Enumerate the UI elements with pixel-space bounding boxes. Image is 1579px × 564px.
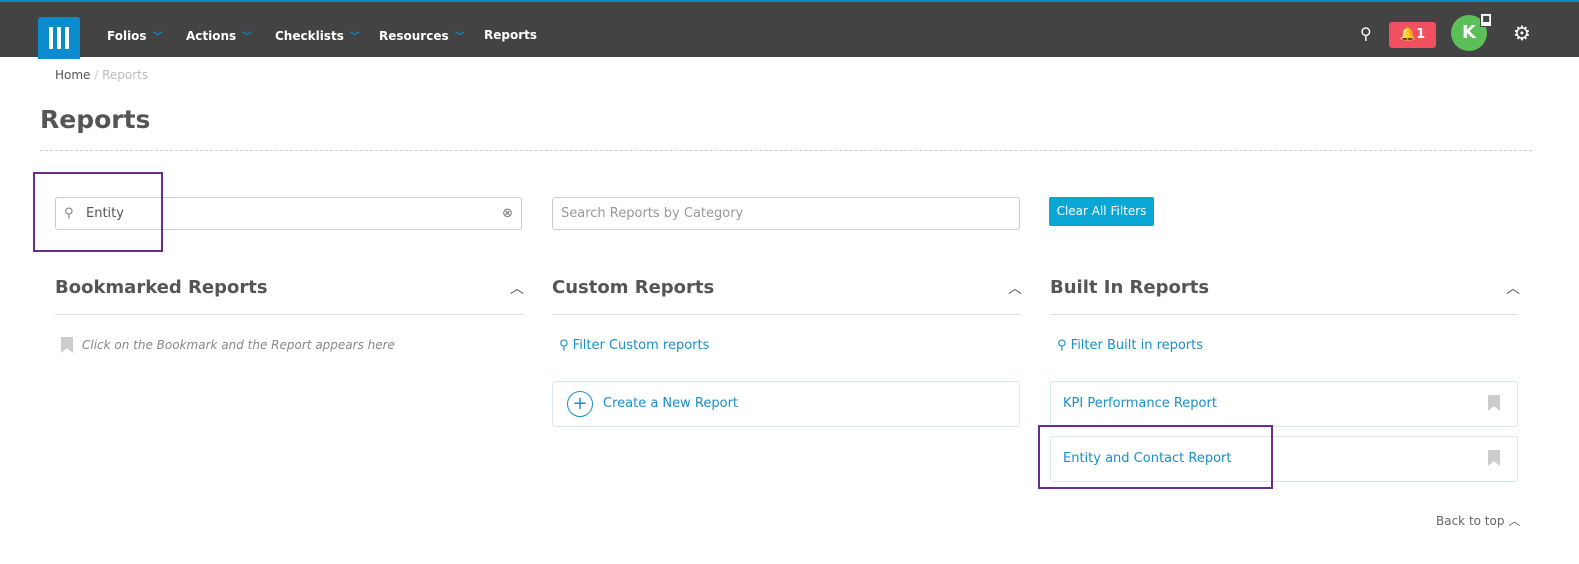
report-item[interactable]: KPI Performance Report [1050,381,1518,427]
nav-actions[interactable]: Actions ﹀ [186,28,252,43]
highlight-box [33,172,163,252]
create-new-report-button[interactable]: + Create a New Report [552,381,1020,427]
divider [55,314,523,315]
page-title: Reports [40,105,151,134]
chevron-down-icon: ﹀ [152,32,163,43]
chevron-down-icon: ﹀ [242,32,253,43]
built-in-reports-title: Built In Reports [1050,277,1210,298]
chevron-up-icon[interactable]: ︿ [1506,278,1520,298]
notifications-button[interactable]: 🔔1 [1389,22,1436,48]
chevron-up-icon[interactable]: ︿ [1008,278,1022,298]
notification-count: 1 [1416,27,1426,42]
chevron-down-icon: ﹀ [349,32,360,43]
search-icon[interactable]: ⚲ [1360,24,1372,43]
bookmarked-reports-title: Bookmarked Reports [55,277,268,298]
clear-all-filters-button[interactable]: Clear All Filters [1049,197,1154,226]
nav-reports[interactable]: Reports [484,28,537,42]
filter-built-in-reports-link[interactable]: ⚲ Filter Built in reports [1057,338,1203,353]
report-label: KPI Performance Report [1063,396,1217,411]
link-label: Filter Built in reports [1070,338,1204,353]
link-label: Filter Custom reports [572,338,710,353]
highlight-box [1038,425,1273,489]
bookmark-icon[interactable] [1488,395,1500,411]
top-navbar: Folios ﹀ Actions ﹀ Checklists ﹀ Resources ﹀ … [0,0,1579,59]
clear-input-icon[interactable]: ⊗ [502,198,513,229]
nav-label: Actions [186,29,237,43]
empty-bookmarks-text: Click on the Bookmark and the Report app… [82,338,395,352]
divider [552,314,1020,315]
bell-icon: 🔔 [1399,27,1417,42]
divider [1050,314,1518,315]
card-label: Create a New Report [603,396,739,411]
breadcrumb-current: Reports [102,68,149,82]
chevron-down-icon: ﹀ [454,32,465,43]
app-logo[interactable] [38,17,80,59]
filter-custom-reports-link[interactable]: ⚲ Filter Custom reports [559,338,709,353]
bookmark-icon[interactable] [1488,450,1500,466]
nav-folios[interactable]: Folios ﹀ [107,28,163,43]
divider [40,150,1532,151]
nav-resources[interactable]: Resources ﹀ [379,28,465,43]
bookmark-icon [61,337,73,353]
gear-icon[interactable]: ⚙ [1513,21,1531,45]
chevron-up-icon: ︿ [1508,514,1521,528]
custom-reports-title: Custom Reports [552,277,715,298]
nav-label: Checklists [275,29,344,43]
category-search-input[interactable]: Search Reports by Category [552,197,1020,230]
nav-label: Resources [379,29,449,43]
nav-label: Folios [107,29,147,43]
breadcrumb: Home / Reports [55,68,149,82]
back-to-top-link[interactable]: Back to top ︿ [1436,512,1520,529]
chevron-up-icon[interactable]: ︿ [510,278,524,298]
plus-icon: + [567,391,593,417]
contact-card-icon: ■ [1480,13,1492,27]
nav-checklists[interactable]: Checklists ﹀ [275,28,360,43]
link-label: Back to top [1436,514,1505,528]
breadcrumb-home[interactable]: Home [55,68,90,82]
